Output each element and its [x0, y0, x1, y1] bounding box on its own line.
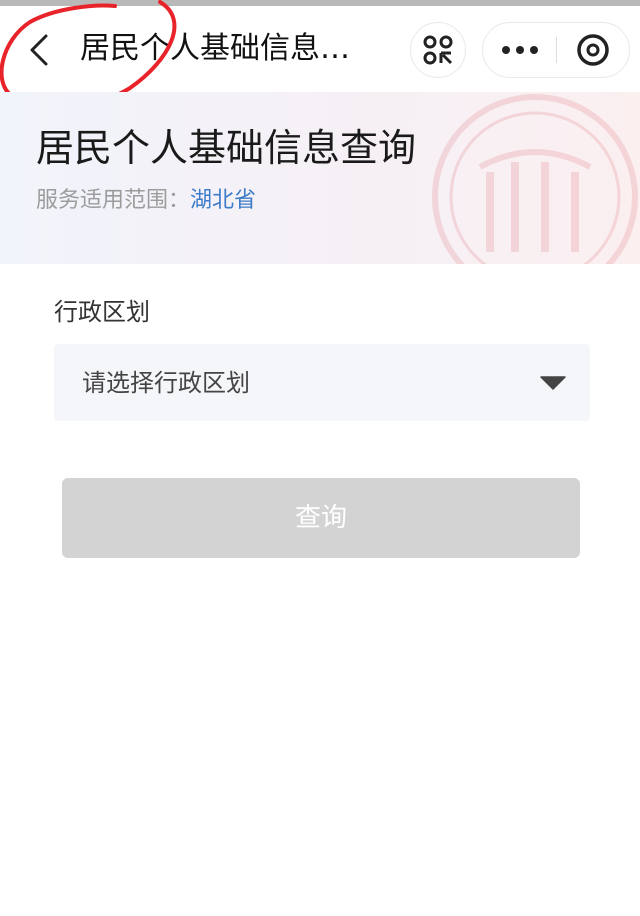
region-select[interactable]: 请选择行政区划 — [54, 344, 590, 421]
mini-program-capsule — [482, 22, 630, 78]
query-button[interactable]: 查询 — [62, 478, 580, 558]
chevron-left-icon — [30, 34, 48, 66]
region-select-placeholder: 请选择行政区划 — [82, 369, 250, 397]
scope-value[interactable]: 湖北省 — [190, 188, 256, 213]
close-circle-icon — [577, 34, 609, 66]
service-scope: 服务适用范围：湖北省 — [36, 186, 256, 216]
scan-icon — [423, 35, 453, 65]
more-button[interactable] — [483, 23, 557, 77]
page-title: 居民个人基础信息查询 — [36, 126, 417, 170]
nav-title: 居民个人基础信息… — [80, 31, 350, 66]
region-label: 行政区划 — [54, 298, 150, 326]
emblem-watermark-icon — [432, 94, 638, 264]
scan-button[interactable] — [410, 22, 466, 78]
service-banner: 居民个人基础信息查询 服务适用范围：湖北省 — [0, 92, 640, 264]
caret-down-icon — [540, 376, 566, 390]
top-navbar: 居民个人基础信息… — [0, 6, 640, 92]
more-dots-icon — [502, 46, 538, 54]
scope-label: 服务适用范围： — [36, 188, 191, 213]
close-button[interactable] — [557, 23, 629, 77]
back-button[interactable] — [22, 30, 58, 70]
